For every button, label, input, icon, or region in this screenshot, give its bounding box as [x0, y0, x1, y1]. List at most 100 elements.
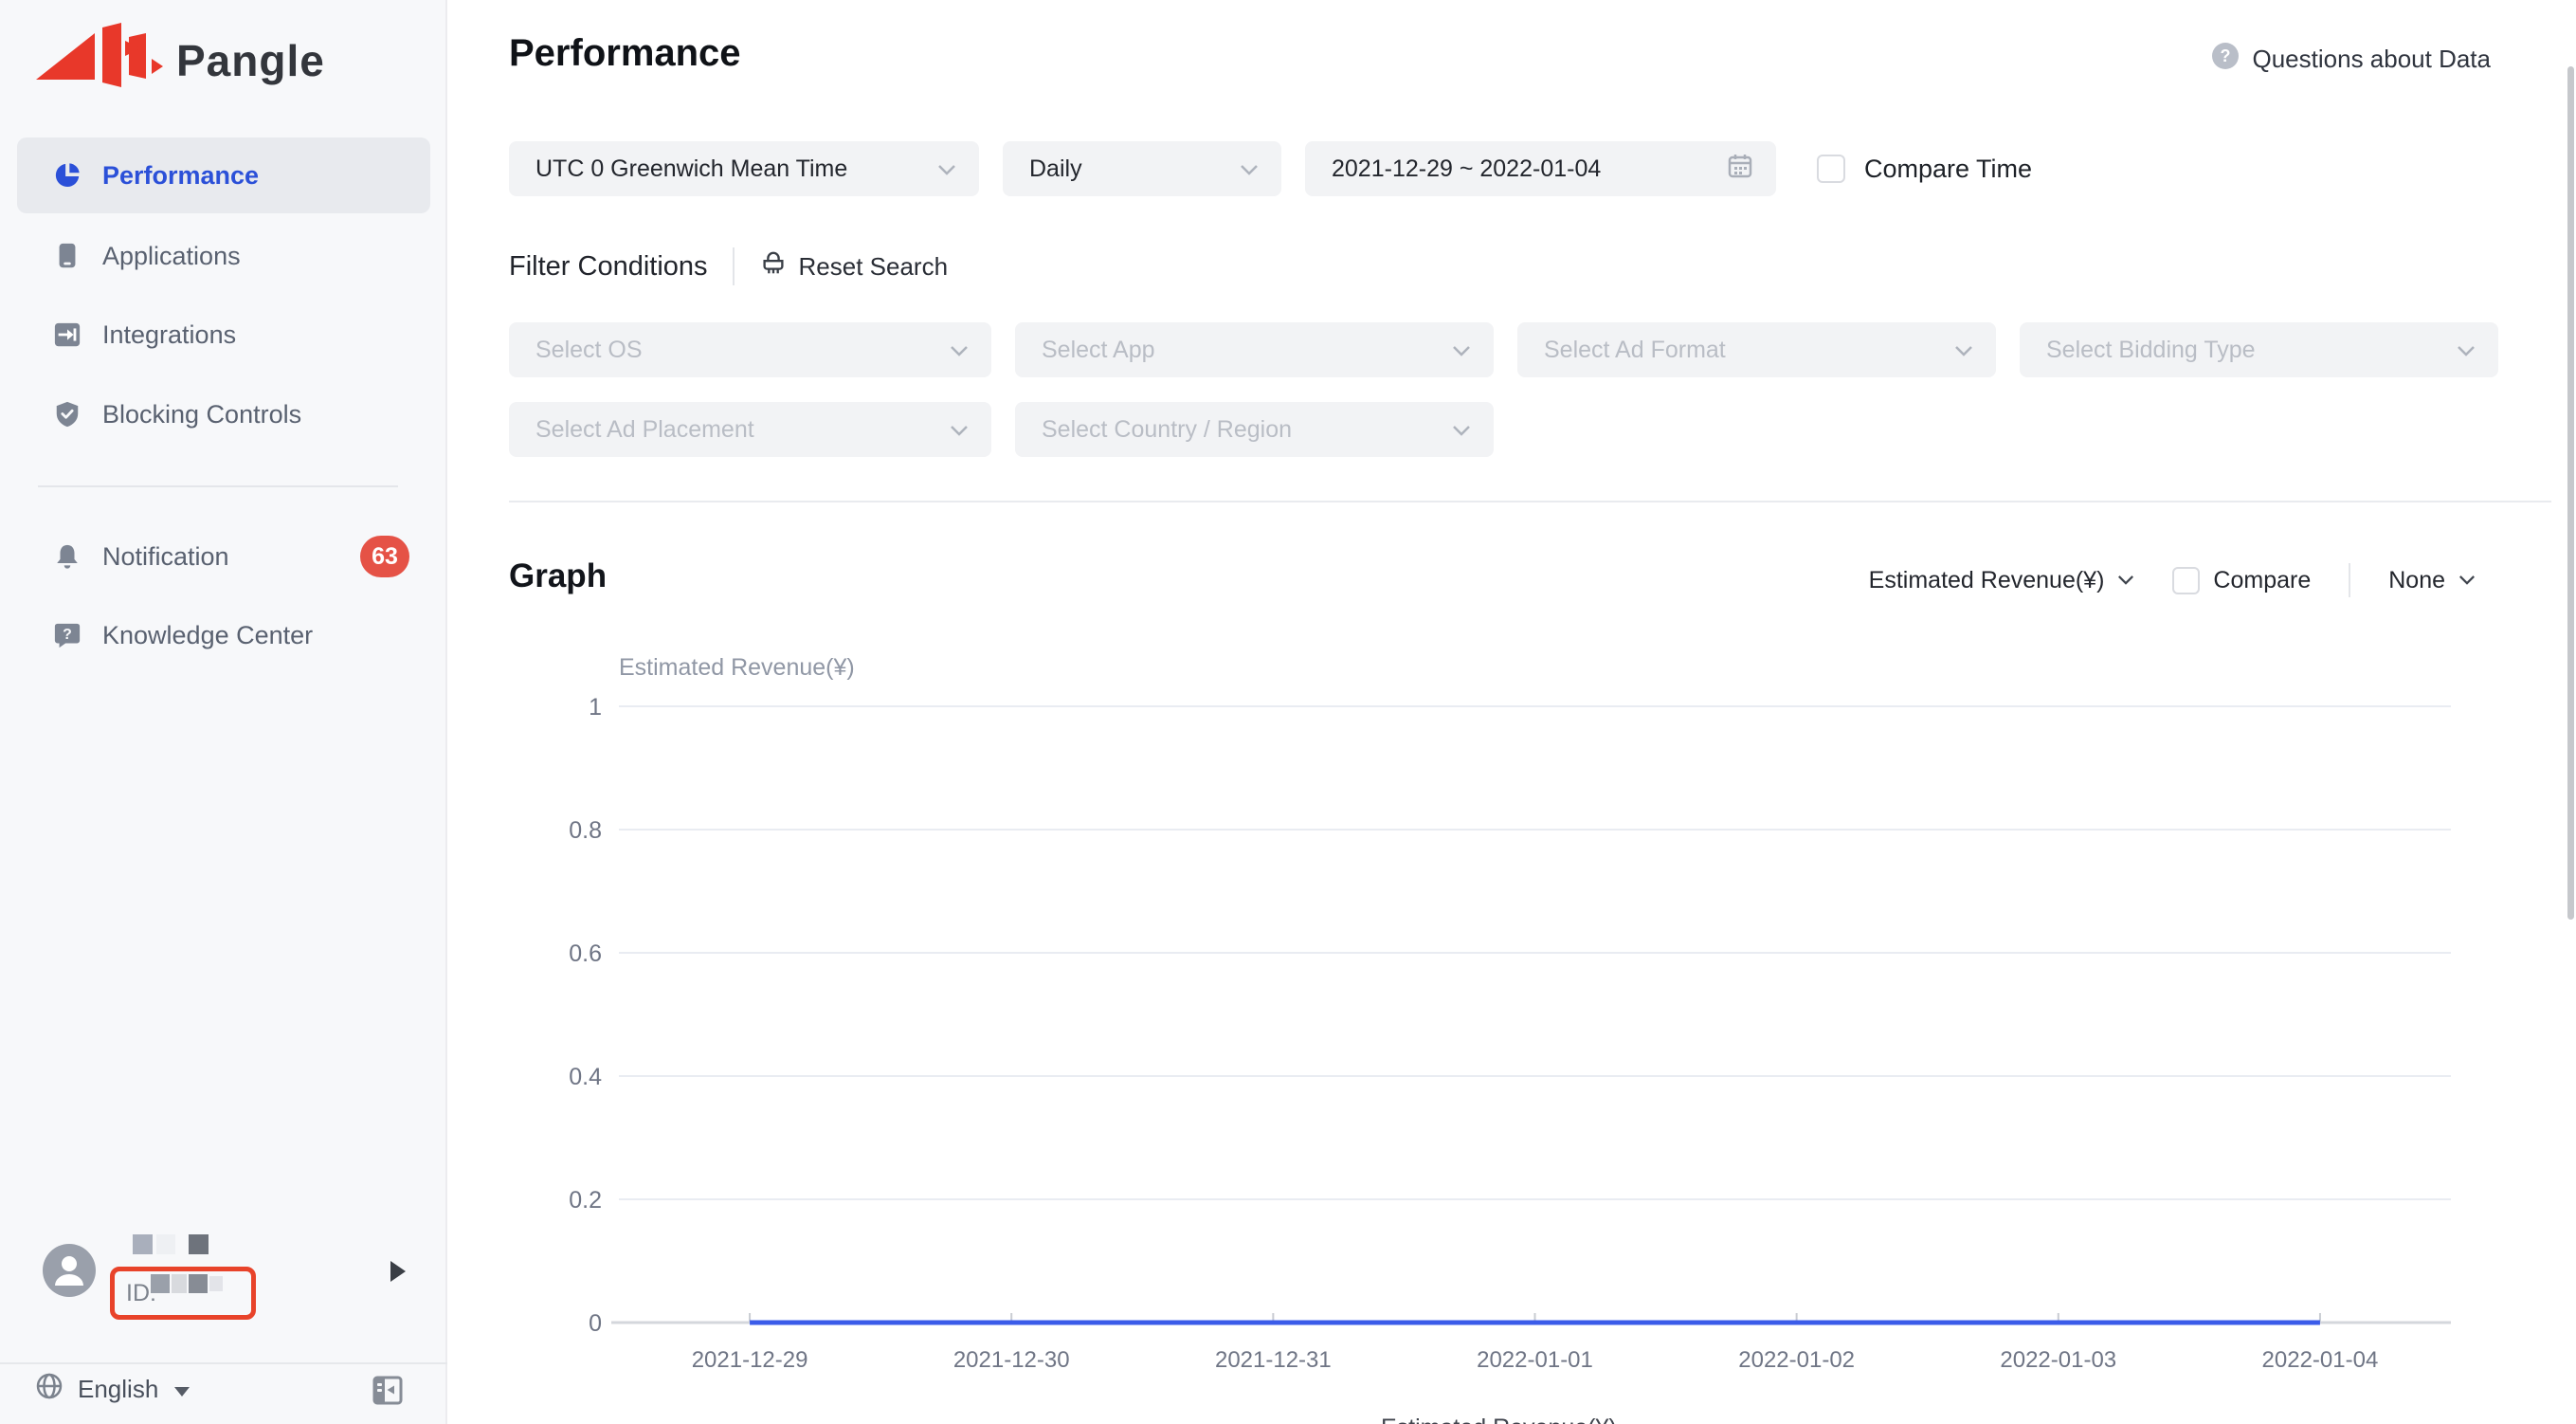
sidebar-item-label: Notification: [102, 542, 229, 572]
vertical-scrollbar[interactable]: [2567, 66, 2574, 920]
compare-time-checkbox[interactable]: [1817, 155, 1845, 183]
select-app-placeholder: Select App: [1042, 337, 1155, 364]
pangle-logo[interactable]: Pangle: [34, 21, 325, 100]
svg-text:0: 0: [589, 1310, 602, 1337]
date-range-picker[interactable]: 2021-12-29 ~ 2022-01-04: [1305, 141, 1776, 196]
svg-text:1: 1: [589, 694, 602, 721]
expand-user-caret-icon[interactable]: [390, 1261, 406, 1282]
svg-text:2022-01-03: 2022-01-03: [2000, 1347, 2116, 1373]
select-ad-placement-placeholder: Select Ad Placement: [535, 416, 754, 444]
metric-dropdown[interactable]: Estimated Revenue(¥): [1869, 567, 2135, 594]
language-selector[interactable]: English: [36, 1373, 190, 1406]
select-os[interactable]: Select OS: [509, 322, 991, 377]
metric-value: Estimated Revenue(¥): [1869, 567, 2105, 594]
top-filter-row: UTC 0 Greenwich Mean Time Daily 2021-12-…: [509, 141, 1776, 196]
chevron-down-icon: [950, 337, 969, 364]
sidebar-item-label: Applications: [102, 242, 241, 271]
sidebar-divider: [38, 485, 398, 487]
sidebar-item-integrations[interactable]: Integrations: [17, 295, 430, 374]
graph-section-title: Graph: [509, 557, 607, 595]
dimension-value: None: [2388, 567, 2445, 594]
compare-label: Compare: [2213, 567, 2311, 594]
select-country-region[interactable]: Select Country / Region: [1015, 402, 1494, 457]
redacted-username-block: [133, 1234, 153, 1254]
chevron-down-icon: [1954, 337, 1973, 364]
pangle-logo-icon: [34, 21, 163, 100]
pangle-wordmark: Pangle: [176, 35, 325, 86]
sidebar: Pangle Performance Applications: [0, 0, 447, 1424]
collapse-sidebar-icon[interactable]: [372, 1374, 404, 1406]
user-avatar[interactable]: [43, 1244, 96, 1297]
bell-icon: [53, 542, 82, 571]
compare-time-control: Compare Time: [1817, 141, 2032, 196]
question-circle-icon: ?: [2211, 42, 2240, 77]
chevron-down-icon: [1452, 337, 1471, 364]
select-ad-format-placeholder: Select Ad Format: [1544, 337, 1726, 364]
broom-icon: [759, 249, 788, 284]
compare-time-label: Compare Time: [1864, 155, 2032, 184]
sidebar-item-performance[interactable]: Performance: [17, 137, 430, 213]
svg-text:2021-12-31: 2021-12-31: [1215, 1347, 1332, 1373]
redacted-username-block: [189, 1234, 209, 1254]
timezone-value: UTC 0 Greenwich Mean Time: [535, 155, 847, 183]
granularity-select[interactable]: Daily: [1003, 141, 1281, 196]
sidebar-item-label: Integrations: [102, 320, 236, 350]
vertical-divider: [2349, 563, 2350, 597]
notification-count-badge: 63: [360, 536, 409, 577]
sidebar-item-notification[interactable]: Notification 63: [17, 517, 430, 596]
chevron-down-icon: [2117, 575, 2134, 586]
sidebar-item-label: Performance: [102, 161, 259, 191]
reset-search-button[interactable]: Reset Search: [759, 249, 949, 284]
shield-check-icon: [53, 400, 82, 429]
date-range-value: 2021-12-29 ~ 2022-01-04: [1332, 155, 1601, 183]
svg-text:0.6: 0.6: [569, 940, 602, 967]
sidebar-item-applications[interactable]: Applications: [17, 216, 430, 296]
language-bar-divider: [0, 1362, 447, 1364]
dimension-dropdown[interactable]: None: [2388, 567, 2476, 594]
granularity-value: Daily: [1029, 155, 1082, 183]
revenue-line-chart: Estimated Revenue(¥)00.20.40.60.812021-1…: [509, 645, 2556, 1424]
svg-text:2021-12-30: 2021-12-30: [953, 1347, 1070, 1373]
svg-text:0.4: 0.4: [569, 1064, 602, 1090]
svg-text:?: ?: [63, 627, 72, 643]
page-title: Performance: [509, 32, 741, 75]
section-divider: [509, 501, 2551, 502]
language-label: English: [78, 1375, 158, 1404]
chevron-down-icon: [2458, 575, 2476, 586]
svg-text:0.2: 0.2: [569, 1187, 602, 1214]
sidebar-item-label: Knowledge Center: [102, 621, 313, 650]
pie-chart-icon: [53, 161, 82, 190]
svg-text:2022-01-01: 2022-01-01: [1477, 1347, 1593, 1373]
svg-text:2021-12-29: 2021-12-29: [692, 1347, 808, 1373]
chevron-down-icon: [1452, 416, 1471, 444]
applications-icon: [53, 242, 82, 270]
redacted-id-block: [189, 1274, 208, 1293]
select-ad-placement[interactable]: Select Ad Placement: [509, 402, 991, 457]
select-os-placeholder: Select OS: [535, 337, 643, 364]
chevron-down-icon: [1240, 155, 1259, 183]
reset-search-label: Reset Search: [799, 252, 949, 282]
redacted-id-block: [209, 1276, 223, 1291]
sidebar-item-label: Blocking Controls: [102, 400, 301, 429]
select-country-region-placeholder: Select Country / Region: [1042, 416, 1292, 444]
help-label: Questions about Data: [2253, 45, 2492, 74]
sidebar-item-knowledge-center[interactable]: ? Knowledge Center: [17, 595, 430, 675]
svg-text:2022-01-02: 2022-01-02: [1738, 1347, 1855, 1373]
timezone-select[interactable]: UTC 0 Greenwich Mean Time: [509, 141, 979, 196]
svg-text:0.8: 0.8: [569, 817, 602, 844]
logo-accent-triangle: [125, 41, 141, 56]
redacted-username-block: [156, 1234, 175, 1254]
redacted-id-block: [151, 1274, 170, 1293]
chevron-down-icon: [937, 155, 956, 183]
chevron-down-icon: [2457, 337, 2476, 364]
select-ad-format[interactable]: Select Ad Format: [1517, 322, 1996, 377]
chevron-down-icon: [950, 416, 969, 444]
svg-text:?: ?: [2220, 46, 2230, 65]
compare-checkbox[interactable]: [2172, 567, 2200, 594]
globe-icon: [36, 1373, 63, 1406]
sidebar-item-blocking-controls[interactable]: Blocking Controls: [17, 374, 430, 454]
select-bidding-type[interactable]: Select Bidding Type: [2020, 322, 2498, 377]
filter-conditions-row: Filter Conditions Reset Search: [509, 245, 948, 288]
questions-about-data-link[interactable]: ? Questions about Data: [2211, 42, 2492, 77]
select-app[interactable]: Select App: [1015, 322, 1494, 377]
